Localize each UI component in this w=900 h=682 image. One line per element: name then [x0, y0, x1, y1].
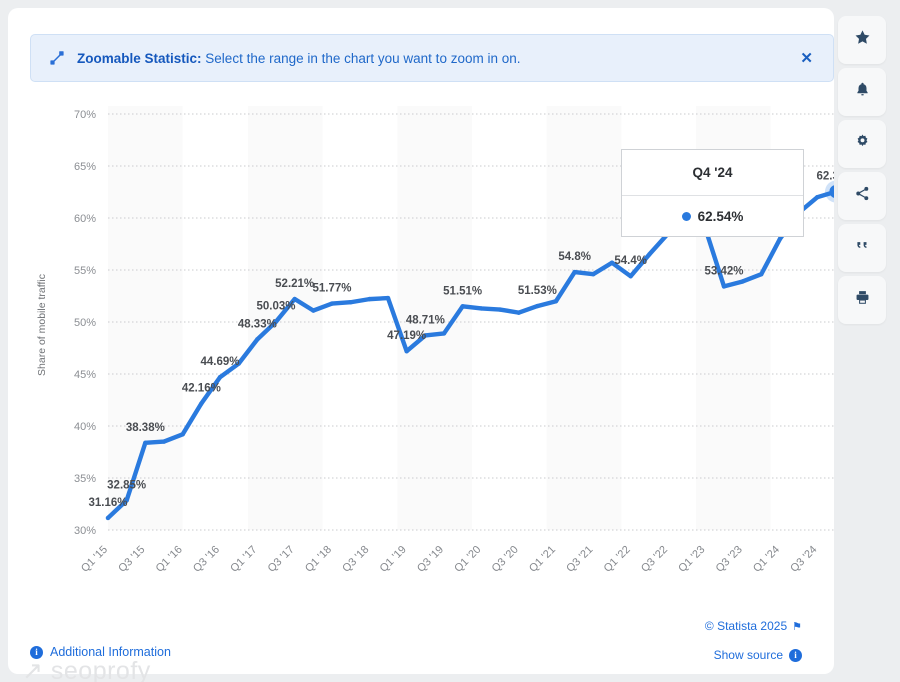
x-axis-tick: Q3 '22	[639, 544, 670, 575]
x-axis-tick: Q3 '24	[788, 544, 819, 575]
x-axis-tick: Q1 '17	[228, 544, 259, 575]
print-button[interactable]	[838, 276, 886, 324]
x-axis-tick: Q1 '23	[676, 544, 707, 575]
y-axis-tick: 55%	[74, 265, 96, 277]
right-toolbar	[838, 16, 890, 328]
data-point-label: 44.69%	[200, 356, 239, 368]
share-icon	[854, 185, 871, 207]
statista-chart-page: Zoomable Statistic: Select the range in …	[0, 0, 900, 682]
data-point-label: 51.51%	[443, 285, 482, 297]
copyright-notice: © Statista 2025 ⚑	[705, 619, 802, 633]
x-axis-tick: Q1 '19	[378, 544, 409, 575]
data-point-label: 52.21%	[275, 278, 314, 290]
x-axis-tick: Q3 '15	[116, 544, 147, 575]
y-axis-tick: 65%	[74, 161, 96, 173]
data-point-label: 48.33%	[238, 318, 277, 330]
copyright-text: © Statista 2025	[704, 619, 788, 633]
y-axis-tick: 50%	[74, 317, 96, 329]
data-point-label: 47.19%	[387, 330, 426, 342]
settings-gear-button[interactable]	[838, 120, 886, 168]
data-point-label: 31.16%	[88, 497, 127, 509]
series-dot-icon	[681, 211, 691, 221]
notification-bell-icon	[854, 81, 871, 103]
chart-card: Zoomable Statistic: Select the range in …	[8, 8, 834, 682]
x-axis-tick: Q1 '21	[527, 544, 558, 575]
zoomable-statistic-banner[interactable]: Zoomable Statistic: Select the range in …	[30, 34, 834, 82]
data-point-label: 54.8%	[558, 251, 591, 263]
x-axis-tick: Q1 '22	[602, 544, 633, 575]
x-axis-tick: Q1 '18	[303, 544, 334, 575]
info-icon: i	[789, 648, 802, 662]
share-button[interactable]	[838, 172, 886, 220]
favorite-star-button[interactable]	[838, 16, 886, 64]
y-axis-tick: 40%	[74, 421, 96, 433]
expand-arrows-icon	[47, 48, 67, 68]
chart-tooltip: Q4 '24 62.54%	[621, 149, 804, 237]
data-point-label: 54.4%	[614, 255, 647, 267]
tooltip-value: 62.54%	[697, 208, 744, 224]
show-source-label: Show source	[713, 648, 783, 662]
x-axis-tick: Q1 '24	[751, 544, 782, 575]
y-axis-tick: 30%	[74, 525, 96, 537]
y-axis-tick: 70%	[74, 109, 96, 121]
data-point-label: 51.53%	[518, 285, 557, 297]
data-point-label: 51.77%	[312, 283, 351, 295]
banner-message: Select the range in the chart you want t…	[205, 50, 521, 66]
y-axis-tick: 35%	[74, 473, 96, 485]
notification-bell-button[interactable]	[838, 68, 886, 116]
quote-button[interactable]	[838, 224, 886, 272]
favorite-star-icon	[854, 29, 871, 51]
x-axis-tick: Q3 '18	[340, 544, 371, 575]
x-axis-tick: Q3 '19	[415, 544, 446, 575]
show-source-link[interactable]: Show source i	[714, 648, 802, 662]
x-axis-tick: Q3 '16	[191, 544, 222, 575]
data-point-label: 50.03%	[256, 301, 295, 313]
tooltip-row: 62.54%	[622, 196, 803, 236]
x-axis-tick: Q1 '16	[154, 544, 185, 575]
y-axis-tick: 60%	[74, 213, 96, 225]
data-point-label: 42.16%	[182, 383, 221, 395]
x-axis-tick: Q3 '17	[266, 544, 297, 575]
flag-icon: ⚑	[792, 620, 802, 633]
banner-text: Zoomable Statistic: Select the range in …	[77, 51, 794, 66]
x-axis-tick: Q1 '15	[79, 544, 110, 575]
banner-title: Zoomable Statistic:	[77, 50, 202, 66]
data-point-label: 62.35%	[816, 171, 834, 183]
settings-gear-icon	[854, 133, 871, 155]
seoprofy-watermark: ↗ seoprofy	[22, 657, 151, 682]
data-point-label: 38.38%	[126, 422, 165, 434]
x-axis-tick: Q3 '20	[490, 544, 521, 575]
close-icon[interactable]: ✕	[794, 49, 819, 68]
x-axis-tick: Q3 '23	[714, 544, 745, 575]
data-point-label: 48.71%	[406, 314, 445, 326]
y-axis-tick: 45%	[74, 369, 96, 381]
tooltip-title: Q4 '24	[622, 150, 803, 196]
data-point-label: 53.42%	[704, 265, 743, 277]
data-point-label: 32.85%	[107, 479, 146, 491]
quote-icon	[854, 237, 871, 259]
x-axis-tick: Q3 '21	[564, 544, 595, 575]
x-axis-tick: Q1 '20	[452, 544, 483, 575]
print-icon	[854, 289, 871, 311]
